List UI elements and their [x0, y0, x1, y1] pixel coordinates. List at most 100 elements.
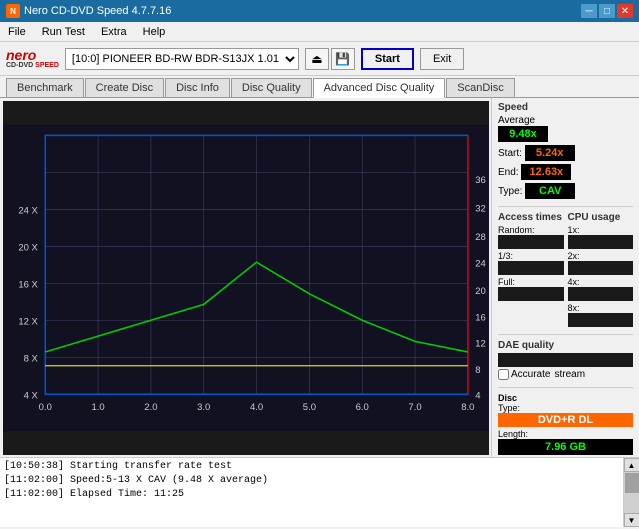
2x-label: 2x:	[568, 251, 634, 261]
random-bar	[498, 235, 564, 249]
toolbar: nero CD-DVD SPEED [10:0] PIONEER BD-RW B…	[0, 42, 639, 76]
menu-help[interactable]: Help	[139, 25, 170, 39]
dae-header: DAE quality	[498, 340, 633, 351]
svg-text:4 X: 4 X	[24, 390, 39, 401]
log-line-3: [11:02:00] Elapsed Time: 11:25	[4, 488, 619, 502]
menubar: File Run Test Extra Help	[0, 22, 639, 42]
content-area: 0.0 1.0 2.0 3.0 4.0 5.0 6.0 7.0 8.0 4 X …	[0, 98, 639, 527]
disc-type-label: Type:	[498, 403, 633, 413]
svg-text:32: 32	[475, 203, 486, 214]
tab-disc-quality[interactable]: Disc Quality	[231, 78, 312, 97]
scroll-thumb[interactable]	[625, 473, 639, 493]
8x-bar	[568, 313, 634, 327]
cpu-section: CPU usage 1x: 2x: 4x: 8x:	[568, 212, 634, 329]
close-button[interactable]: ✕	[617, 4, 633, 18]
end-value: 12.63x	[521, 164, 571, 180]
svg-text:4.0: 4.0	[250, 402, 263, 413]
4x-bar	[568, 287, 634, 301]
scroll-up-button[interactable]: ▲	[624, 458, 639, 472]
nero-logo-text: nero	[6, 48, 59, 62]
log-content: [10:50:38] Starting transfer rate test […	[0, 458, 623, 527]
access-section: Access times Random: 1/3: Full:	[498, 212, 564, 329]
type-value: CAV	[525, 183, 575, 199]
log-scrollbar[interactable]: ▲ ▼	[623, 458, 639, 527]
menu-extra[interactable]: Extra	[97, 25, 131, 39]
full-label: Full:	[498, 277, 564, 287]
start-button[interactable]: Start	[361, 48, 414, 70]
dae-bar	[498, 353, 633, 367]
titlebar-title: Nero CD-DVD Speed 4.7.7.16	[24, 5, 171, 17]
random-label: Random:	[498, 225, 564, 235]
scroll-track	[624, 472, 639, 513]
svg-text:5.0: 5.0	[303, 402, 316, 413]
maximize-button[interactable]: □	[599, 4, 615, 18]
length-label: Length:	[498, 429, 633, 439]
tab-create-disc[interactable]: Create Disc	[85, 78, 164, 97]
svg-text:12 X: 12 X	[18, 316, 38, 327]
tab-disc-info[interactable]: Disc Info	[165, 78, 230, 97]
titlebar: N Nero CD-DVD Speed 4.7.7.16 ─ □ ✕	[0, 0, 639, 22]
window-controls[interactable]: ─ □ ✕	[581, 4, 633, 18]
disc-type-value: DVD+R DL	[498, 413, 633, 427]
tab-benchmark[interactable]: Benchmark	[6, 78, 84, 97]
4x-label: 4x:	[568, 277, 634, 287]
svg-text:16: 16	[475, 312, 486, 323]
speed-chart: 0.0 1.0 2.0 3.0 4.0 5.0 6.0 7.0 8.0 4 X …	[3, 101, 489, 455]
chart-container: 0.0 1.0 2.0 3.0 4.0 5.0 6.0 7.0 8.0 4 X …	[3, 101, 489, 455]
menu-runtest[interactable]: Run Test	[38, 25, 89, 39]
onethird-label: 1/3:	[498, 251, 564, 261]
svg-text:8: 8	[475, 365, 480, 376]
disc-header: Disc	[498, 393, 633, 403]
svg-text:28: 28	[475, 232, 486, 243]
log-line-2: [11:02:00] Speed:5-13 X CAV (9.48 X aver…	[4, 474, 619, 488]
menu-file[interactable]: File	[4, 25, 30, 39]
svg-text:8 X: 8 X	[24, 353, 39, 364]
svg-text:24 X: 24 X	[18, 206, 38, 217]
tab-scan-disc[interactable]: ScanDisc	[446, 78, 514, 97]
svg-text:7.0: 7.0	[408, 402, 421, 413]
scroll-down-button[interactable]: ▼	[624, 513, 639, 527]
access-header: Access times	[498, 212, 564, 223]
eject-icon-button[interactable]: ⏏	[305, 48, 329, 70]
length-value: 7.96 GB	[498, 439, 633, 455]
svg-text:36: 36	[475, 175, 486, 186]
chart-wrapper: 0.0 1.0 2.0 3.0 4.0 5.0 6.0 7.0 8.0 4 X …	[0, 98, 491, 457]
stream-label: stream	[554, 369, 585, 380]
end-label: End:	[498, 167, 519, 178]
save-icon-button[interactable]: 💾	[331, 48, 355, 70]
right-panel: Speed Average 9.48x Start: 5.24x End: 12…	[491, 98, 639, 457]
svg-text:4: 4	[475, 390, 480, 401]
disc-section: Disc Type: DVD+R DL Length: 7.96 GB	[498, 393, 633, 455]
svg-text:6.0: 6.0	[356, 402, 369, 413]
speed-section: Speed Average 9.48x Start: 5.24x End: 12…	[498, 102, 633, 199]
tab-advanced-disc-quality[interactable]: Advanced Disc Quality	[313, 78, 446, 98]
average-label: Average	[498, 115, 633, 126]
nero-logo: nero CD-DVD SPEED	[6, 48, 59, 69]
svg-text:24: 24	[475, 258, 486, 269]
svg-text:12: 12	[475, 339, 486, 350]
drive-selector[interactable]: [10:0] PIONEER BD-RW BDR-S13JX 1.01	[65, 48, 299, 70]
1x-bar	[568, 235, 634, 249]
chart-log-area: 0.0 1.0 2.0 3.0 4.0 5.0 6.0 7.0 8.0 4 X …	[0, 98, 639, 457]
svg-text:20: 20	[475, 286, 486, 297]
access-cpu-section: Access times Random: 1/3: Full: CPU usag…	[498, 212, 633, 329]
app-icon: N	[6, 4, 20, 18]
toolbar-icons: ⏏ 💾	[305, 48, 355, 70]
accurate-stream-row: Accurate stream	[498, 369, 633, 380]
svg-text:8.0: 8.0	[461, 402, 474, 413]
type-label: Type:	[498, 186, 522, 197]
exit-button[interactable]: Exit	[420, 48, 464, 70]
tabs-bar: Benchmark Create Disc Disc Info Disc Qua…	[0, 76, 639, 98]
1x-label: 1x:	[568, 225, 634, 235]
dae-section: DAE quality Accurate stream	[498, 340, 633, 380]
accurate-stream-checkbox[interactable]	[498, 369, 509, 380]
svg-text:1.0: 1.0	[91, 402, 104, 413]
svg-text:3.0: 3.0	[197, 402, 210, 413]
start-value: 5.24x	[525, 145, 575, 161]
average-value: 9.48x	[498, 126, 548, 142]
full-bar	[498, 287, 564, 301]
minimize-button[interactable]: ─	[581, 4, 597, 18]
cpu-header: CPU usage	[568, 212, 634, 223]
nero-logo-sub: CD-DVD SPEED	[6, 62, 59, 69]
svg-text:20 X: 20 X	[18, 243, 38, 254]
